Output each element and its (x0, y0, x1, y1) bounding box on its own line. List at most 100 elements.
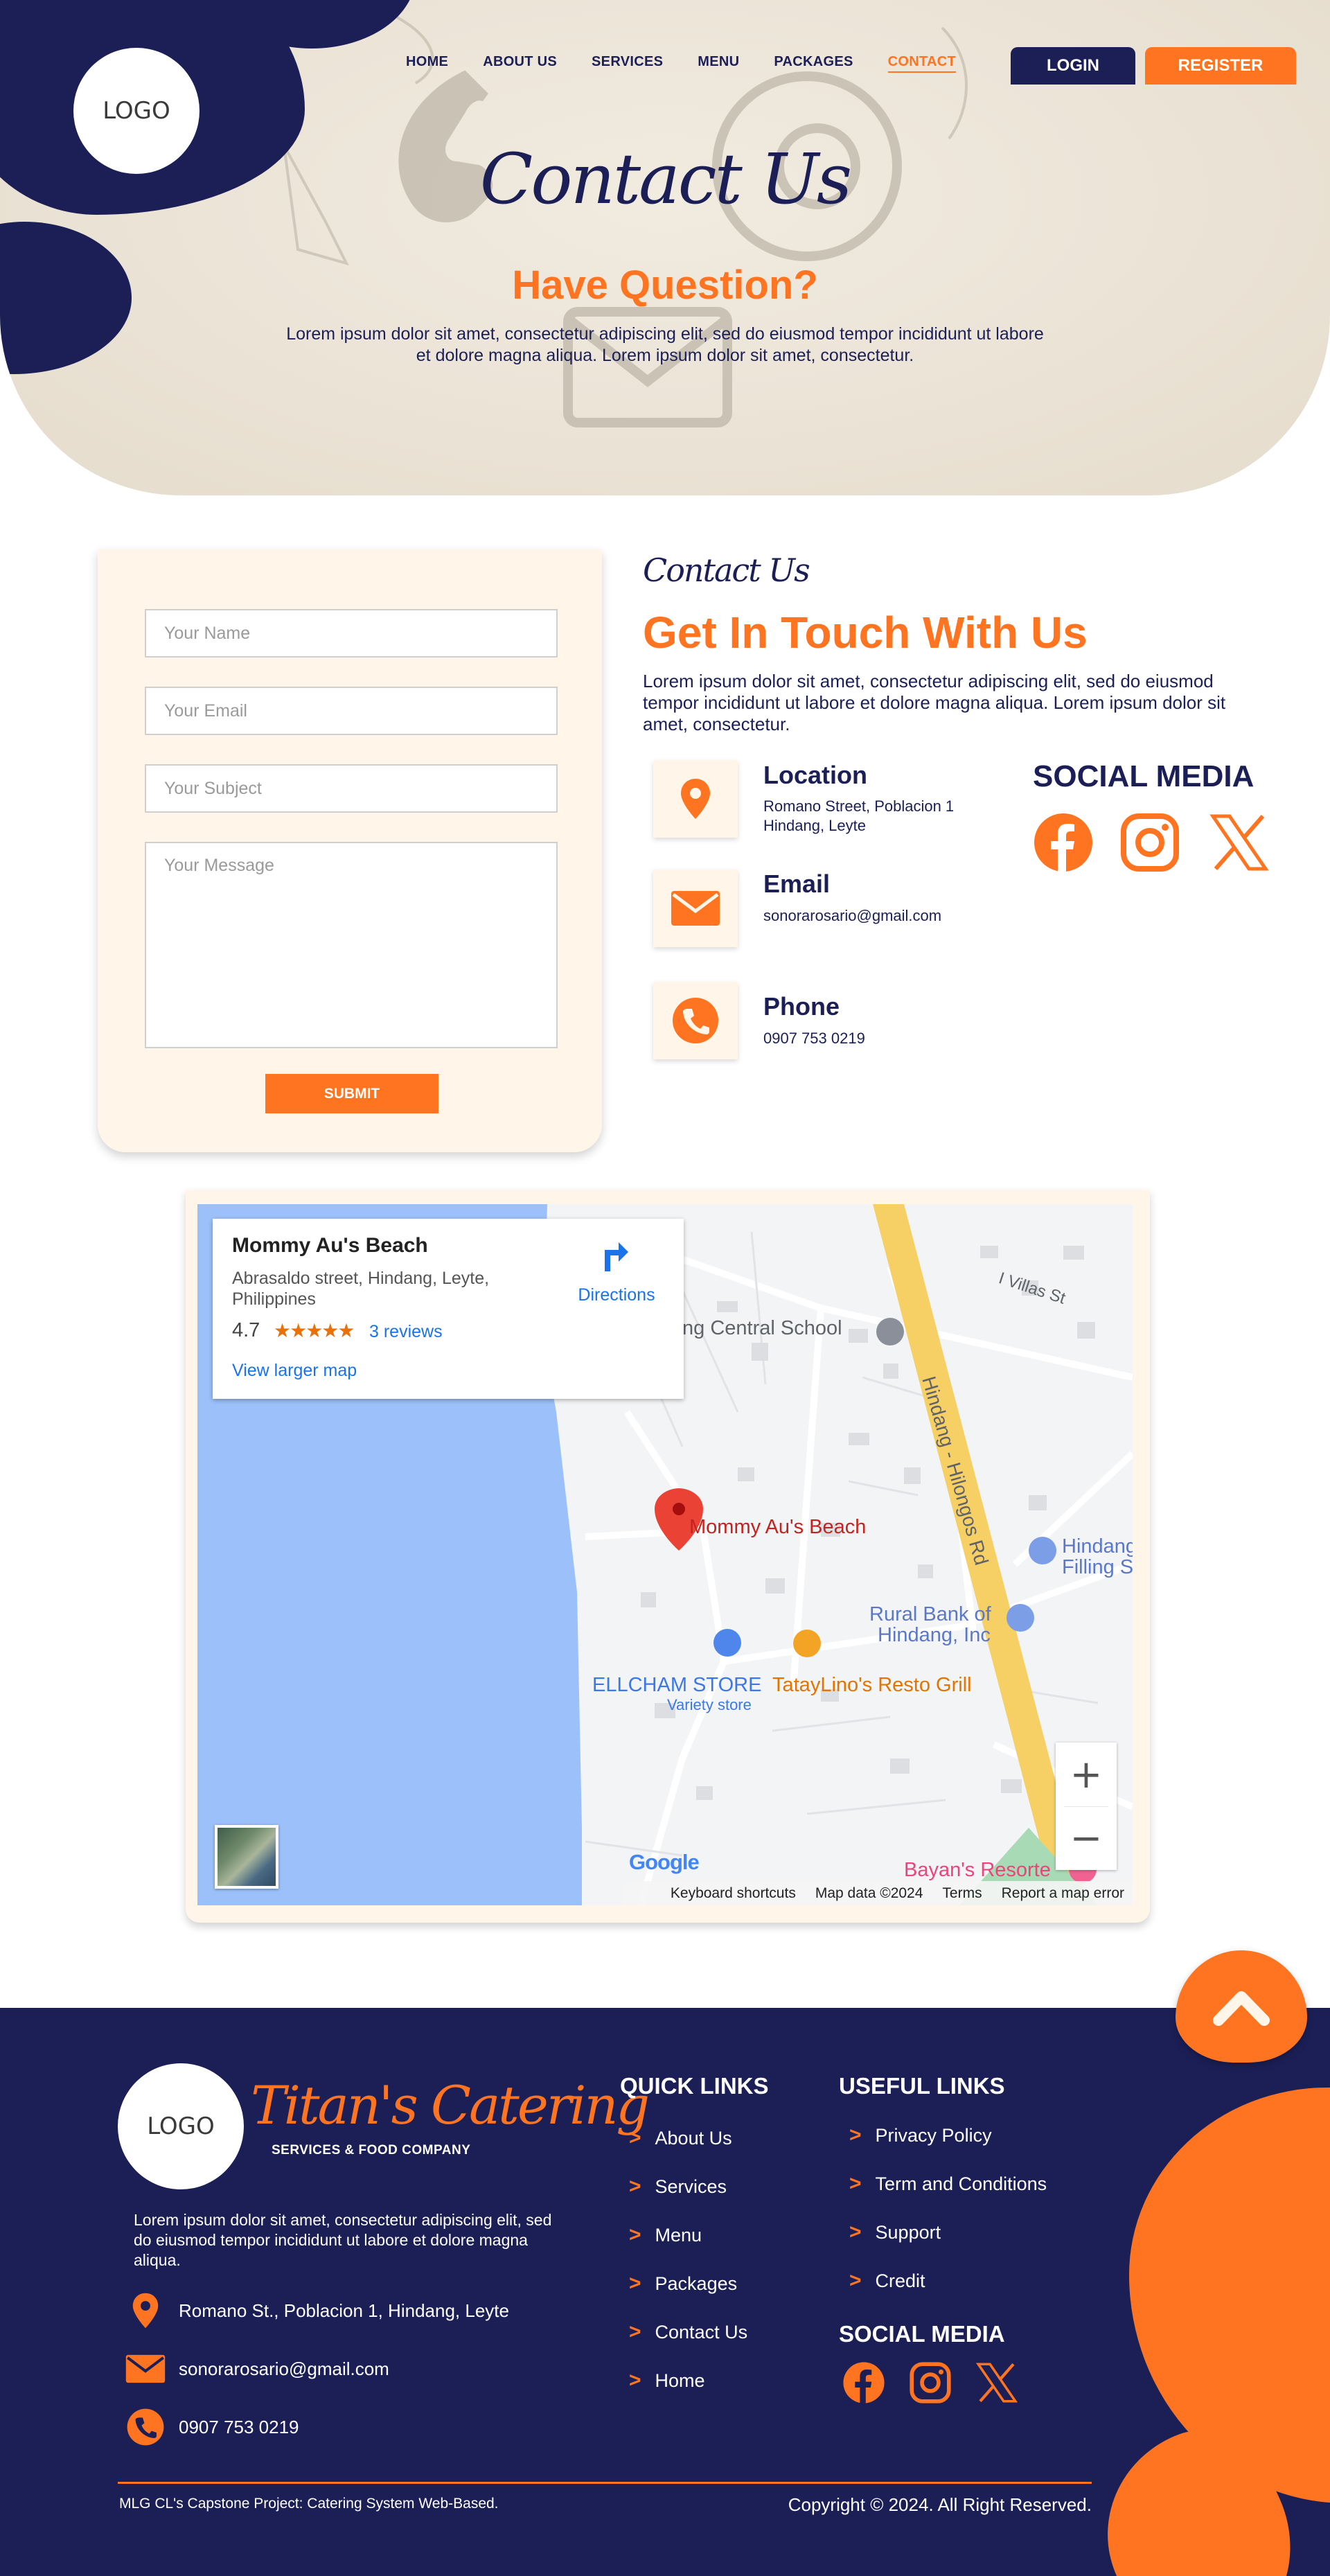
phone-icon-box (653, 982, 738, 1059)
footer-link-terms[interactable]: > Term and Conditions (849, 2172, 1047, 2196)
place-rating: 4.7 (232, 1319, 260, 1341)
footer-link-label: Support (875, 2221, 941, 2243)
name-field[interactable] (145, 609, 558, 658)
footer-link-label: Contact Us (655, 2321, 748, 2343)
facebook-icon[interactable] (1033, 812, 1094, 873)
satellite-toggle[interactable] (215, 1825, 278, 1889)
nav-menu[interactable]: MENU (698, 54, 739, 73)
email-value[interactable]: sonorarosario@gmail.com (763, 906, 941, 926)
map-label-store: ELLCHAM STORE (592, 1674, 762, 1696)
zoom-in-button[interactable]: + (1056, 1743, 1117, 1806)
scroll-to-top-button[interactable] (1176, 1950, 1307, 2063)
footer-link-label: Term and Conditions (875, 2173, 1047, 2194)
map-label-store-sub: Variety store (667, 1696, 752, 1713)
submit-button[interactable]: SUBMIT (265, 1074, 438, 1113)
nav-home[interactable]: HOME (406, 54, 448, 73)
map-label-pin: Mommy Au's Beach (689, 1516, 867, 1538)
reviews-link[interactable]: 3 reviews (369, 1322, 443, 1342)
footer-social-title: SOCIAL MEDIA (839, 2321, 1005, 2347)
footer-link-contact-us[interactable]: > Contact Us (629, 2320, 747, 2344)
map-label-school: ng Central School (682, 1317, 842, 1339)
location-label: Location (763, 761, 867, 789)
nav-services[interactable]: SERVICES (592, 54, 663, 73)
envelope-icon (125, 2348, 166, 2390)
footer-link-label: Credit (875, 2270, 925, 2291)
chevron-right-icon: > (849, 2124, 862, 2146)
x-icon[interactable] (975, 2361, 1018, 2404)
view-larger-map-link[interactable]: View larger map (232, 1361, 357, 1381)
instagram-icon[interactable] (1119, 812, 1180, 873)
contact-script-title: Contact Us (643, 552, 810, 589)
rating-stars: ★★★★★ (274, 1319, 355, 1342)
chevron-up-icon (1213, 1991, 1270, 2026)
site-footer: LOGO Titan's Catering SERVICES & FOOD CO… (0, 2008, 1330, 2576)
map-label-resto: TatayLino's Resto Grill (772, 1674, 972, 1696)
report-map-error-link[interactable]: Report a map error (1002, 1885, 1124, 1902)
footer-link-privacy-policy[interactable]: > Privacy Policy (849, 2124, 992, 2147)
map-data-text: Map data ©2024 (815, 1885, 923, 1901)
phone-label: Phone (763, 992, 840, 1021)
footer-link-label: Menu (655, 2224, 702, 2246)
map-label-bank2: Hindang, Inc (878, 1624, 991, 1646)
zoom-out-button[interactable]: − (1056, 1806, 1117, 1870)
chevron-right-icon: > (629, 2175, 641, 2198)
footer-link-about-us[interactable]: > About Us (629, 2126, 732, 2150)
login-button[interactable]: LOGIN (1011, 47, 1135, 85)
contact-description: Lorem ipsum dolor sit amet, consectetur … (643, 671, 1226, 734)
footer-link-home[interactable]: > Home (629, 2369, 705, 2392)
footer-phone: 0907 753 0219 (125, 2406, 299, 2448)
footer-description: Lorem ipsum dolor sit amet, consectetur … (134, 2211, 552, 2269)
hero-description: Lorem ipsum dolor sit amet, consectetur … (286, 324, 1044, 365)
footer-email: sonorarosario@gmail.com (125, 2348, 389, 2390)
terms-link[interactable]: Terms (942, 1885, 982, 1902)
quick-links-title: QUICK LINKS (620, 2073, 769, 2099)
main-nav: HOME ABOUT US SERVICES MENU PACKAGES CON… (406, 54, 991, 73)
location-icon-box (653, 760, 738, 838)
footer-brand-name: Titan's Catering (251, 2074, 650, 2136)
map-label-resort: Bayan's Resorte (904, 1859, 1051, 1881)
footer-link-label: Privacy Policy (875, 2124, 992, 2146)
footer-address: Romano St., Poblacion 1, Hindang, Leyte (125, 2290, 509, 2331)
location-line1: Romano Street, Poblacion 1 (763, 797, 955, 815)
footer-address-text: Romano St., Poblacion 1, Hindang, Leyte (179, 2300, 509, 2321)
phone-icon (673, 998, 718, 1043)
place-name: Mommy Au's Beach (232, 1234, 428, 1257)
map-label-filling1: Hindang (1062, 1535, 1133, 1558)
footer-link-credit[interactable]: > Credit (849, 2269, 925, 2293)
footer-link-packages[interactable]: > Packages (629, 2272, 737, 2295)
google-logo: Google (629, 1850, 700, 1874)
nav-packages[interactable]: PACKAGES (774, 54, 853, 73)
footer-link-label: Home (655, 2370, 705, 2391)
footer-link-label: Services (655, 2176, 727, 2197)
footer-phone-text[interactable]: 0907 753 0219 (179, 2417, 299, 2438)
footer-link-label: About Us (655, 2127, 732, 2149)
footer-link-support[interactable]: > Support (849, 2221, 941, 2244)
location-line2: Hindang, Leyte (763, 817, 866, 834)
subject-field[interactable] (145, 764, 558, 813)
instagram-icon[interactable] (909, 2361, 952, 2404)
facebook-icon[interactable] (842, 2361, 885, 2404)
contact-title: Get In Touch With Us (643, 608, 1088, 658)
contact-form: SUBMIT (98, 549, 602, 1152)
footer-email-text[interactable]: sonorarosario@gmail.com (179, 2358, 389, 2380)
footer-brand-tagline: SERVICES & FOOD COMPANY (272, 2143, 471, 2158)
footer-project-credit: MLG CL's Capstone Project: Catering Syst… (119, 2496, 499, 2512)
x-icon[interactable] (1209, 812, 1270, 873)
nav-contact[interactable]: CONTACT (887, 54, 956, 73)
email-field[interactable] (145, 687, 558, 735)
directions-icon[interactable] (601, 1240, 632, 1274)
nav-about-us[interactable]: ABOUT US (483, 54, 557, 73)
register-button[interactable]: REGISTER (1145, 47, 1296, 85)
phone-value[interactable]: 0907 753 0219 (763, 1029, 865, 1048)
footer-logo[interactable]: LOGO (118, 2063, 244, 2189)
keyboard-shortcuts-link[interactable]: Keyboard shortcuts (671, 1885, 796, 1902)
place-info-card: Mommy Au's Beach Abrasaldo street, Hinda… (213, 1219, 684, 1399)
directions-link[interactable]: Directions (568, 1285, 665, 1305)
place-address: Abrasaldo street, Hindang, Leyte, Philip… (232, 1269, 490, 1309)
hero-section: LOGO HOME ABOUT US SERVICES MENU PACKAGE… (0, 0, 1330, 495)
chevron-right-icon: > (849, 2172, 862, 2195)
footer-link-label: Packages (655, 2273, 738, 2294)
message-field[interactable] (145, 842, 558, 1048)
footer-link-menu[interactable]: > Menu (629, 2223, 702, 2247)
footer-link-services[interactable]: > Services (629, 2175, 727, 2198)
